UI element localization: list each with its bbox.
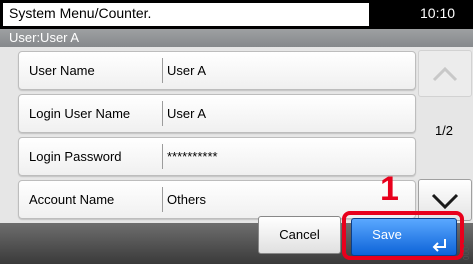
row-label: User Name: [29, 63, 95, 78]
row-user-name[interactable]: User Name User A: [18, 51, 416, 90]
row-divider: [162, 58, 163, 83]
device-screen: System Menu/Counter. 10:10 User:User A U…: [0, 0, 473, 264]
row-login-password[interactable]: Login Password **********: [18, 137, 416, 176]
sub-header: User:User A: [0, 29, 473, 47]
title-bar: System Menu/Counter. 10:10: [0, 0, 473, 29]
cancel-label: Cancel: [279, 227, 320, 242]
save-button[interactable]: Save: [351, 218, 457, 256]
sub-header-title: User:User A: [9, 30, 80, 45]
enter-icon: [432, 239, 446, 252]
row-divider: [162, 144, 163, 169]
row-label: Account Name: [29, 192, 115, 207]
row-value: User A: [167, 106, 207, 121]
row-value: **********: [167, 149, 218, 164]
step-callout: 1: [380, 170, 399, 208]
side-code: 0004: [462, 242, 471, 260]
row-divider: [162, 101, 163, 126]
scroll-up-button[interactable]: [418, 50, 472, 97]
clock: 10:10: [420, 5, 456, 21]
row-value: Others: [167, 192, 207, 207]
row-divider: [162, 187, 163, 212]
save-label: Save: [372, 227, 402, 242]
row-label: Login User Name: [29, 106, 131, 121]
chevron-up-icon: [432, 66, 458, 82]
row-login-user-name[interactable]: Login User Name User A: [18, 94, 416, 133]
screen-title: System Menu/Counter.: [9, 5, 152, 21]
row-value: User A: [167, 63, 207, 78]
page-indicator: 1/2: [434, 123, 454, 138]
title-box: System Menu/Counter.: [3, 3, 369, 26]
row-label: Login Password: [29, 149, 122, 164]
cancel-button[interactable]: Cancel: [258, 216, 341, 254]
